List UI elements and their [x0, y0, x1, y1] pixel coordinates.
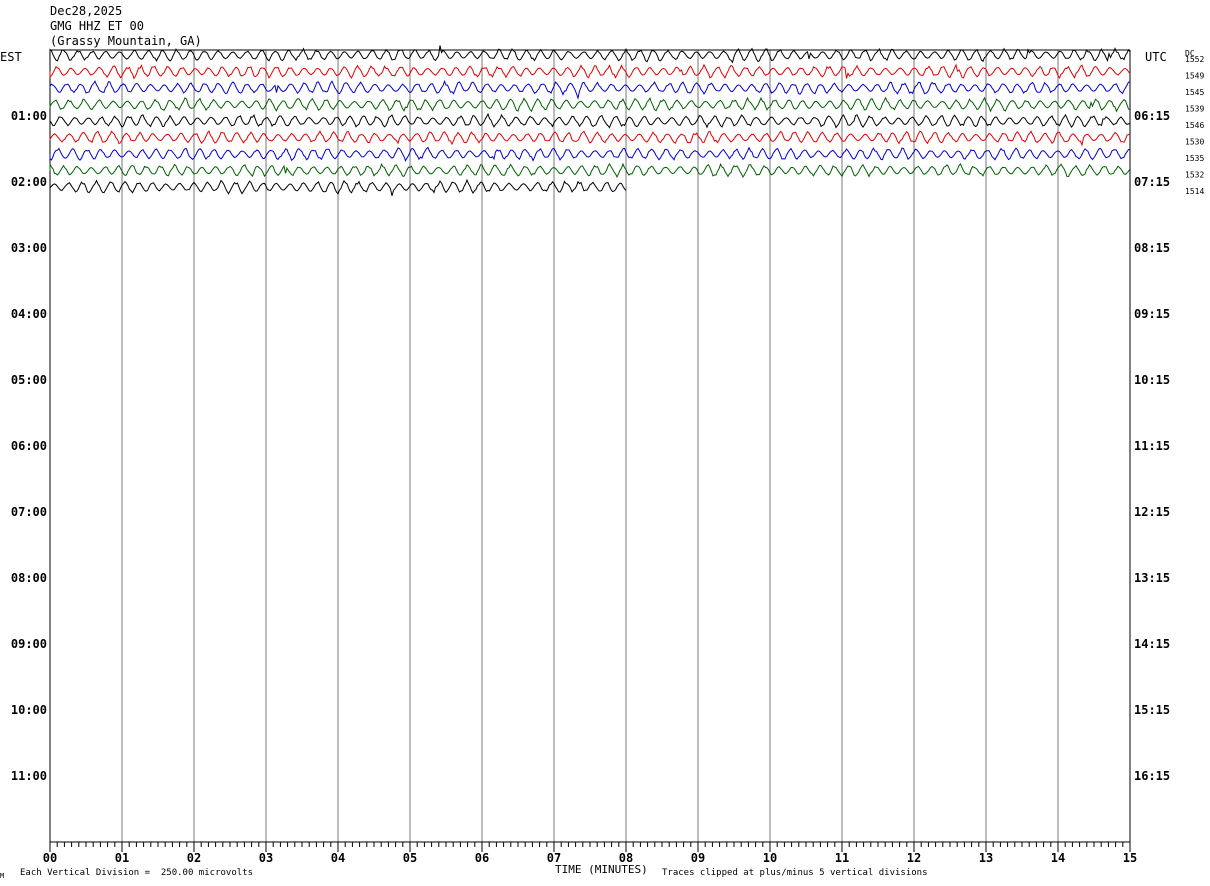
dc-offset-label: 1535	[1185, 154, 1204, 163]
est-hour-label: 08:00	[11, 571, 47, 585]
est-hour-label: 02:00	[11, 175, 47, 189]
utc-hour-label: 11:15	[1134, 439, 1170, 453]
est-hour-label: 03:00	[11, 241, 47, 255]
est-hour-label: 04:00	[11, 307, 47, 321]
x-tick-label: 09	[691, 851, 705, 865]
seismic-trace	[49, 112, 1131, 129]
utc-hour-label: 07:15	[1134, 175, 1170, 189]
dc-offset-label: 1552	[1185, 55, 1204, 64]
x-tick-label: 00	[43, 851, 57, 865]
clip-note: Traces clipped at plus/minus 5 vertical …	[662, 868, 928, 878]
seismic-trace	[49, 162, 1131, 179]
dc-offset-label: 1530	[1185, 138, 1204, 147]
est-hour-label: 05:00	[11, 373, 47, 387]
dc-offset-label: 1532	[1185, 171, 1204, 180]
utc-hour-label: 09:15	[1134, 307, 1170, 321]
utc-hour-label: 16:15	[1134, 769, 1170, 783]
scale-note: Each Vertical Division = 250.00 microvol…	[20, 868, 253, 878]
x-tick-label: 12	[907, 851, 921, 865]
x-tick-label: 04	[331, 851, 345, 865]
x-tick-label: 14	[1051, 851, 1065, 865]
dc-offset-label: 1546	[1185, 121, 1204, 130]
utc-hour-label: 13:15	[1134, 571, 1170, 585]
x-tick-label: 03	[259, 851, 273, 865]
x-tick-label: 13	[979, 851, 993, 865]
dc-offset-label: 1545	[1185, 88, 1204, 97]
est-hour-label: 01:00	[11, 109, 47, 123]
x-tick-label: 01	[115, 851, 129, 865]
x-tick-label: 11	[835, 851, 849, 865]
seismic-trace	[49, 96, 1131, 113]
est-hour-label: 07:00	[11, 505, 47, 519]
utc-hour-label: 12:15	[1134, 505, 1170, 519]
est-hour-label: 06:00	[11, 439, 47, 453]
x-tick-label: 02	[187, 851, 201, 865]
seismic-trace	[49, 79, 1131, 100]
dc-offset-label: 1514	[1185, 187, 1204, 196]
est-hour-label: 10:00	[11, 703, 47, 717]
x-tick-label: 10	[763, 851, 777, 865]
seismic-trace	[49, 130, 1131, 147]
x-axis-title: TIME (MINUTES)	[555, 863, 648, 876]
utc-hour-label: 14:15	[1134, 637, 1170, 651]
utc-hour-label: 10:15	[1134, 373, 1170, 387]
dc-offset-label: 1549	[1185, 72, 1204, 81]
corner-mark: M	[0, 872, 5, 880]
x-tick-label: 05	[403, 851, 417, 865]
utc-hour-label: 15:15	[1134, 703, 1170, 717]
est-hour-label: 09:00	[11, 637, 47, 651]
seismic-trace	[49, 63, 1131, 80]
seismic-trace	[49, 146, 1131, 163]
utc-hour-label: 06:15	[1134, 109, 1170, 123]
dc-offset-label: 1539	[1185, 105, 1204, 114]
seismic-trace	[49, 45, 1131, 64]
utc-hour-label: 08:15	[1134, 241, 1170, 255]
x-tick-label: 06	[475, 851, 489, 865]
x-tick-label: 15	[1123, 851, 1137, 865]
est-hour-label: 11:00	[11, 769, 47, 783]
seismogram-plot: 00 01 02 03 04 05 06 07 08 09 10 11 12 13 14 1501:00 06:…	[11, 45, 1204, 865]
